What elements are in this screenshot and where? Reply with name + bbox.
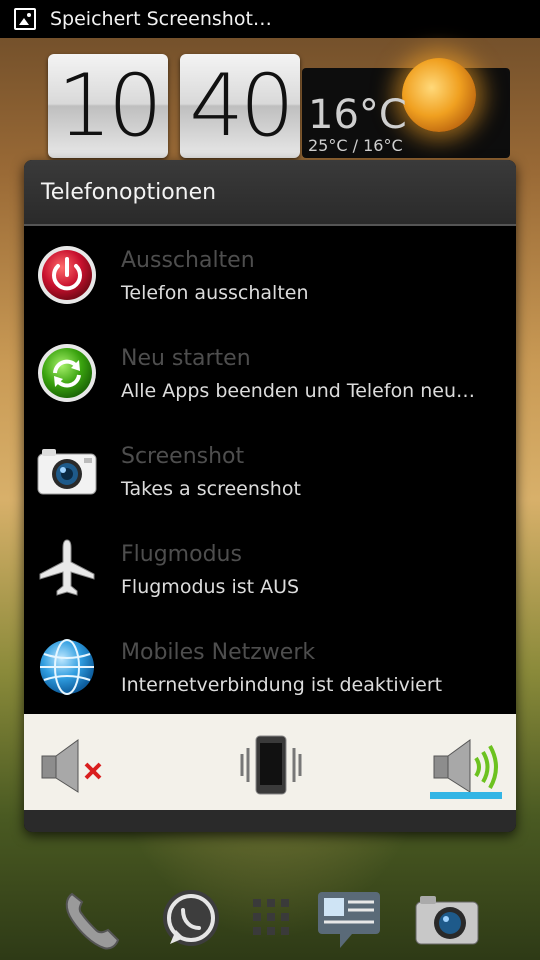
clock-hour: 10 [48, 54, 168, 158]
clock-minute: 40 [180, 54, 300, 158]
screenshot-image-icon [14, 8, 36, 30]
option-title: Ausschalten [121, 248, 255, 273]
app-drawer-icon[interactable] [236, 886, 306, 952]
clock-weather-widget[interactable]: 10 40 16°C 25°C / 16°C [30, 54, 510, 158]
camera-icon[interactable] [412, 886, 482, 952]
option-airplane-mode[interactable]: Flugmodus Flugmodus ist AUS [24, 520, 516, 618]
option-title: Screenshot [121, 444, 245, 469]
status-notification-text: Speichert Screenshot… [50, 8, 272, 30]
option-subtitle: Alle Apps beenden und Telefon neu… [121, 380, 476, 402]
option-screenshot[interactable]: Screenshot Takes a screenshot [24, 422, 516, 520]
option-restart[interactable]: Neu starten Alle Apps beenden und Telefo… [24, 324, 516, 422]
airplane-icon [39, 539, 95, 596]
option-title: Neu starten [121, 346, 251, 371]
globe-icon [40, 639, 94, 695]
option-subtitle: Internetverbindung ist deaktiviert [121, 674, 443, 696]
power-icon [38, 246, 96, 304]
sound-on-icon[interactable] [430, 734, 502, 798]
dialog-title: Telefonoptionen [41, 179, 217, 205]
messages-icon[interactable] [314, 886, 384, 952]
dialog-header: Telefonoptionen [24, 160, 516, 226]
option-subtitle: Takes a screenshot [121, 478, 301, 500]
current-temperature: 16°C [308, 92, 407, 138]
vibrate-icon[interactable] [234, 734, 306, 798]
phone-options-dialog: Telefonoptionen Ausschalten Telefon auss… [24, 160, 516, 832]
sun-icon [402, 58, 476, 132]
whatsapp-icon[interactable] [156, 886, 226, 952]
sound-mode-bar [24, 714, 516, 810]
selected-sound-mode-indicator [430, 792, 502, 799]
option-subtitle: Flugmodus ist AUS [121, 576, 300, 598]
restart-icon [38, 344, 96, 402]
option-power-off[interactable]: Ausschalten Telefon ausschalten [24, 226, 516, 324]
status-bar: Speichert Screenshot… [0, 0, 540, 38]
option-mobile-network[interactable]: Mobiles Netzwerk Internetverbindung ist … [24, 618, 516, 716]
dialog-footer [24, 810, 516, 832]
temperature-range: 25°C / 16°C [308, 136, 403, 155]
camera-icon [37, 449, 97, 495]
mute-icon[interactable] [38, 734, 110, 798]
phone-icon[interactable] [58, 886, 128, 952]
option-title: Mobiles Netzwerk [121, 640, 316, 665]
option-subtitle: Telefon ausschalten [121, 282, 309, 304]
option-title: Flugmodus [121, 542, 242, 567]
